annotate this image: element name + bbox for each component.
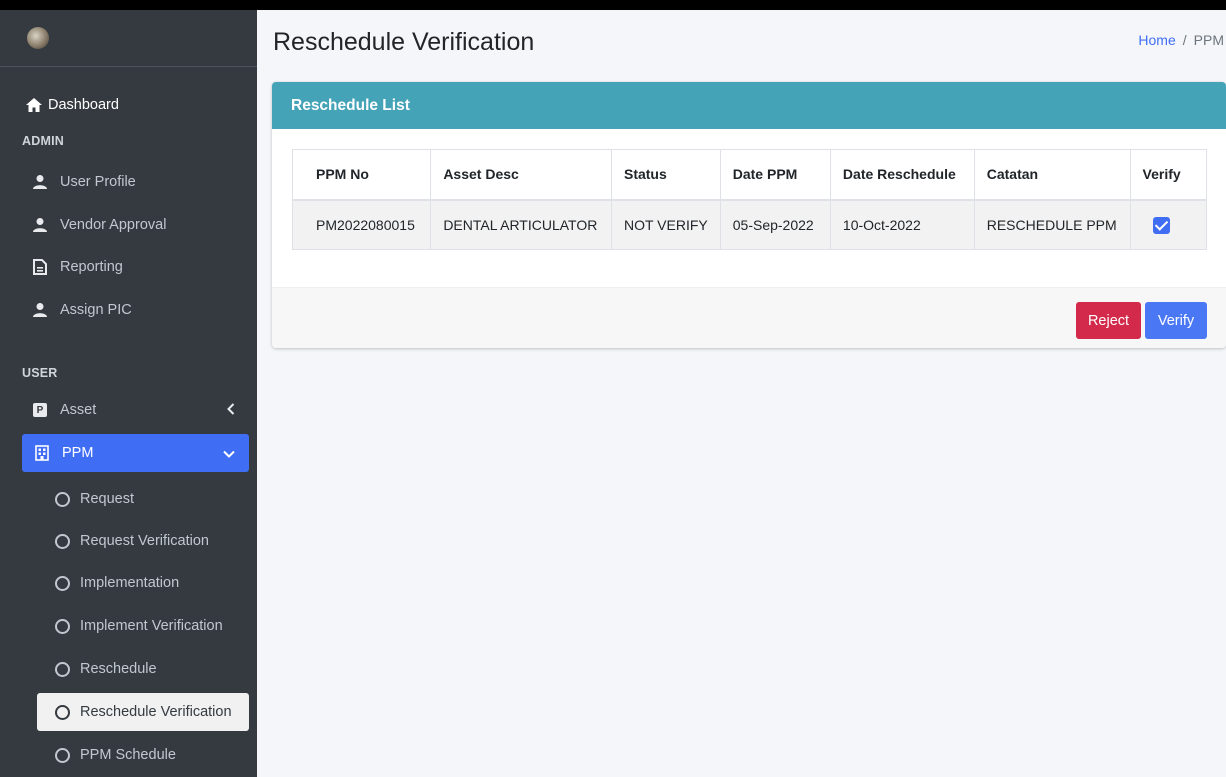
user-icon — [28, 174, 52, 190]
chevron-down-icon — [223, 445, 235, 461]
column-header: Date PPM — [719, 149, 831, 201]
circle-icon — [55, 533, 70, 549]
column-header: PPM No — [291, 149, 432, 201]
sidebar-item-label: Implement Verification — [80, 618, 223, 634]
user-header: USER — [22, 366, 58, 380]
circle-icon — [55, 491, 70, 507]
home-icon — [24, 97, 44, 113]
sidebar-item-ppm-schedule[interactable]: PPM Schedule — [37, 736, 249, 774]
sidebar-item-label: Assign PIC — [60, 302, 132, 318]
user-icon — [28, 217, 52, 233]
building-icon — [34, 445, 50, 461]
sidebar-item-ppm[interactable]: PPM — [22, 434, 249, 472]
circle-icon — [55, 575, 70, 591]
main-content: Reschedule Verification Home / PPM Resched… — [257, 10, 1226, 777]
table-header-row: PPM No Asset Desc Status Date PPM Date R… — [291, 149, 1208, 201]
table-row: PM2022080015 DENTAL ARTICULATOR NOT VERI… — [291, 199, 1208, 250]
document-icon — [28, 259, 52, 275]
verify-button[interactable]: Verify — [1145, 302, 1207, 339]
cell-catatan: RESCHEDULE PPM — [973, 199, 1131, 250]
verify-checkbox[interactable] — [1152, 216, 1170, 234]
sidebar-item-implementation[interactable]: Implementation — [37, 564, 249, 602]
sidebar-item-label: PPM Schedule — [80, 747, 176, 763]
sidebar-item-label: Request — [80, 491, 135, 507]
sidebar-item-user-profile[interactable]: User Profile — [22, 163, 249, 201]
sidebar-item-label: Implementation — [80, 575, 180, 591]
chevron-left-icon — [227, 402, 235, 418]
brand — [0, 10, 257, 67]
sidebar-item-label: Reporting — [60, 259, 123, 275]
reschedule-table: PPM No Asset Desc Status Date PPM Date R… — [291, 149, 1208, 250]
cell-date-reschedule: 10-Oct-2022 — [829, 199, 975, 250]
circle-icon — [55, 661, 70, 677]
sidebar-item-implement-verification[interactable]: Implement Verification — [37, 607, 249, 645]
reject-button[interactable]: Reject — [1076, 302, 1141, 339]
column-header: Verify — [1129, 149, 1208, 201]
card-title: Reschedule List — [272, 82, 1226, 129]
sidebar-item-reporting[interactable]: Reporting — [22, 248, 249, 286]
column-header: Date Reschedule — [829, 149, 975, 201]
user-icon — [28, 302, 52, 318]
admin-header: ADMIN — [22, 134, 64, 148]
sidebar-item-label: PPM — [62, 445, 94, 461]
sidebar-item-label: Asset — [60, 402, 97, 418]
sidebar-item-vendor-approval[interactable]: Vendor Approval — [22, 206, 249, 244]
sidebar-item-reschedule[interactable]: Reschedule — [37, 650, 249, 688]
cell-status: NOT VERIFY — [610, 199, 721, 250]
column-header: Asset Desc — [430, 149, 612, 201]
column-header: Catatan — [973, 149, 1131, 201]
reschedule-table-wrap: PPM No Asset Desc Status Date PPM Date R… — [291, 149, 1208, 250]
sidebar-item-label: Dashboard — [48, 97, 119, 113]
parking-icon: P — [28, 403, 52, 417]
circle-icon — [55, 618, 70, 634]
sidebar-item-asset[interactable]: P Asset — [22, 391, 249, 429]
breadcrumb: Home / PPM — [1138, 32, 1224, 48]
cell-date-ppm: 05-Sep-2022 — [719, 199, 831, 250]
card-footer: Reject Verify — [272, 287, 1226, 348]
sidebar-item-request[interactable]: Request — [37, 480, 249, 518]
column-header: Status — [610, 149, 721, 201]
brand-logo[interactable] — [27, 27, 49, 49]
reschedule-list-card: Reschedule List PPM No Asset Desc Status… — [272, 82, 1226, 348]
breadcrumb-separator: / — [1182, 32, 1187, 48]
page-title: Reschedule Verification — [273, 28, 535, 56]
sidebar-item-dashboard[interactable]: Dashboard — [22, 86, 249, 124]
cell-ppm-no: PM2022080015 — [291, 199, 432, 250]
sidebar-item-reschedule-verification[interactable]: Reschedule Verification — [37, 693, 249, 731]
cell-verify — [1129, 199, 1208, 250]
sidebar: Dashboard ADMIN User Profile Vendor Appr… — [0, 10, 257, 777]
sidebar-item-label: User Profile — [60, 174, 136, 190]
sidebar-item-label: Reschedule — [80, 661, 157, 677]
sidebar-item-label: Vendor Approval — [60, 217, 167, 233]
circle-icon — [55, 747, 70, 763]
cell-asset-desc: DENTAL ARTICULATOR — [430, 199, 612, 250]
sidebar-item-request-verification[interactable]: Request Verification — [37, 522, 249, 560]
breadcrumb-current: PPM — [1193, 32, 1224, 48]
sidebar-item-assign-pic[interactable]: Assign PIC — [22, 291, 249, 329]
circle-icon — [55, 704, 70, 720]
breadcrumb-home-link[interactable]: Home — [1138, 32, 1175, 48]
sidebar-item-label: Reschedule Verification — [80, 704, 232, 720]
sidebar-item-label: Request Verification — [80, 533, 209, 549]
